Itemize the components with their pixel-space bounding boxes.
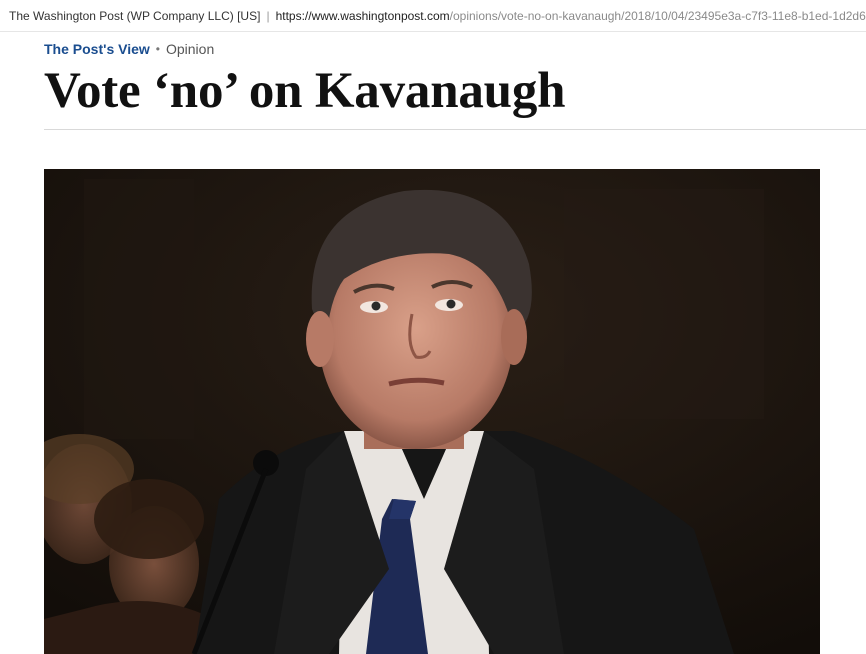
article-headline: Vote ‘no’ on Kavanaugh [44, 63, 566, 119]
kicker-dot: • [155, 42, 160, 56]
section-link[interactable]: The Post's View [44, 41, 150, 57]
url-path[interactable]: /opinions/vote-no-on-kavanaugh/2018/10/0… [450, 9, 866, 23]
site-identity-label[interactable]: The Washington Post (WP Company LLC) [US… [9, 9, 260, 23]
url-domain[interactable]: https://www.washingtonpost.com [276, 9, 450, 23]
address-separator: | [266, 8, 270, 23]
address-bar[interactable]: The Washington Post (WP Company LLC) [US… [0, 0, 866, 32]
article-kicker: The Post's View • Opinion [44, 41, 214, 57]
lead-photo [44, 169, 820, 654]
headline-divider [44, 129, 866, 130]
lead-photo-image [44, 169, 820, 654]
opinion-label: Opinion [165, 41, 215, 57]
